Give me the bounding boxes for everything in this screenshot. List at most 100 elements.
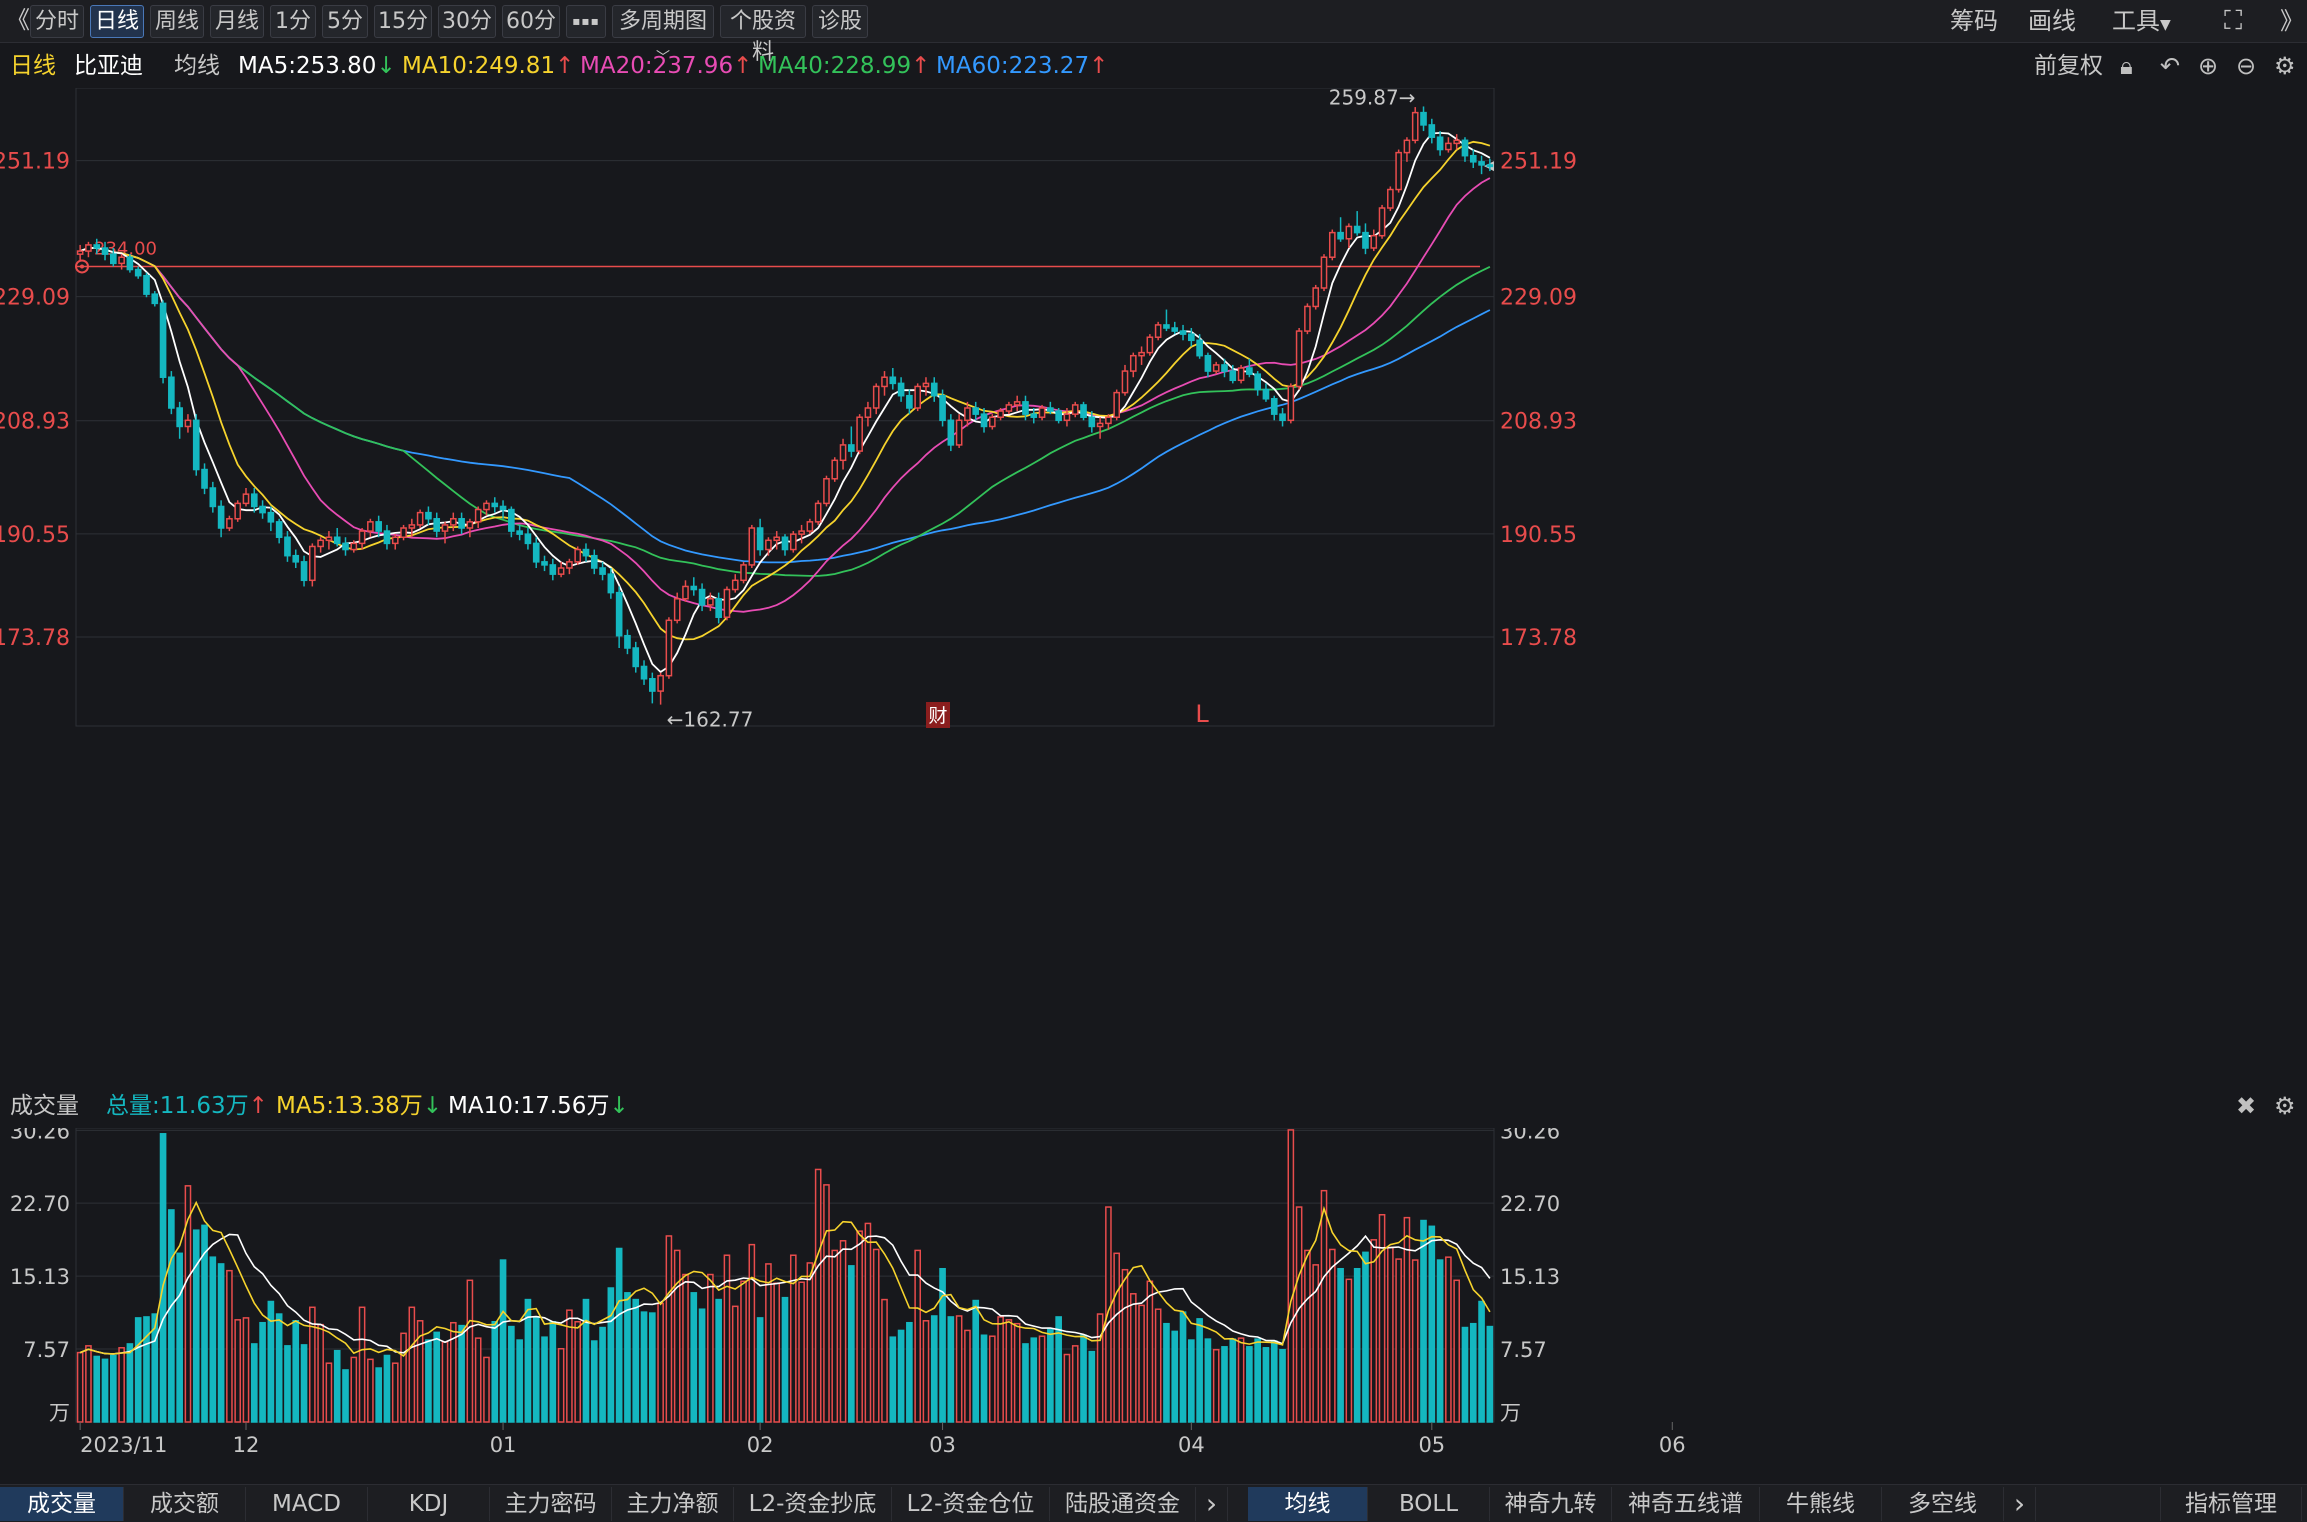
candle-body [1337, 231, 1344, 240]
x-tick-label: 2023/11 [80, 1433, 167, 1457]
tools-dropdown[interactable]: 工具▼ [2112, 5, 2171, 38]
tab-main-code[interactable]: 主力密码 [490, 1487, 612, 1521]
candle-body [1478, 161, 1485, 166]
tab-5min[interactable]: 5分 [322, 5, 368, 38]
tab-30min[interactable]: 30分 [438, 5, 496, 38]
settings-gear-icon[interactable]: ⚙ [2274, 44, 2296, 88]
volume-bar [1204, 1338, 1212, 1423]
tab-macd[interactable]: MACD [246, 1487, 368, 1521]
draw-line-button[interactable]: 画线 [2028, 5, 2076, 38]
volume-bar [1395, 1258, 1402, 1423]
collapse-icon[interactable]: 》 [2280, 5, 2304, 38]
candle-body [997, 410, 1004, 418]
tab-main-net[interactable]: 主力净额 [612, 1487, 734, 1521]
candle-body [781, 536, 789, 551]
up-arrow-icon: ↑ [248, 1093, 268, 1119]
volume-bar [1005, 1319, 1013, 1423]
candle-body [1063, 413, 1071, 422]
tab-magic-nine[interactable]: 神奇九转 [1490, 1487, 1612, 1521]
volume-chart[interactable]: 30.26 30.26 22.70 22.70 15.13 15.13 7.57 7.57 万 万… [0, 1128, 2307, 1484]
fullscreen-icon[interactable]: ⛶ [2224, 5, 2242, 38]
volume-bar [143, 1316, 150, 1423]
tab-monthly[interactable]: 月线 [210, 5, 264, 38]
candle-body [789, 533, 797, 551]
volume-bar [682, 1273, 689, 1423]
price-chart[interactable]: 251.19 251.19 229.09 229.09 208.93 208.93 190.… [0, 88, 2307, 1070]
tab-15min[interactable]: 15分 [374, 5, 432, 38]
ma-label[interactable]: 均线 [174, 44, 220, 88]
tab-turnover[interactable]: 成交额 [124, 1487, 246, 1521]
candle-body [1436, 136, 1444, 151]
diagnose-button[interactable]: 诊股 [812, 5, 868, 38]
tab-volume[interactable]: 成交量 [0, 1487, 124, 1521]
volume-title[interactable]: 成交量 [10, 1084, 79, 1128]
tab-ma[interactable]: 均线 [1248, 1487, 1368, 1521]
tab-intraday[interactable]: 分时 [30, 5, 84, 38]
chevron-right-icon[interactable]: › [2004, 1487, 2036, 1521]
candle-body [972, 407, 980, 415]
candle-body [1121, 370, 1129, 394]
tab-l2-bottom[interactable]: L2-资金抄底 [734, 1487, 892, 1521]
volume-tick-label-right: 22.70 [1500, 1192, 1560, 1216]
volume-bar [690, 1292, 698, 1423]
candle-body [690, 585, 698, 591]
price-tick-label-right: 251.19 [1500, 150, 1577, 175]
volume-bar [1295, 1206, 1303, 1423]
volume-bar [118, 1347, 125, 1423]
chips-button[interactable]: 筹码 [1950, 5, 1998, 38]
candle-body [242, 493, 250, 505]
tab-northbound[interactable]: 陆股通资金 [1050, 1487, 1196, 1521]
volume-bar [1428, 1225, 1436, 1423]
candle-body [1113, 391, 1121, 418]
candle-body [1387, 188, 1394, 209]
stock-info-button[interactable]: 个股资料 [720, 5, 806, 65]
tab-1min[interactable]: 1分 [270, 5, 316, 38]
candle-body [649, 678, 656, 692]
tab-boll[interactable]: BOLL [1368, 1487, 1490, 1521]
multi-period-dropdown[interactable]: 多周期图 ﹀ [612, 5, 714, 66]
volume-bar [632, 1298, 640, 1423]
candle-body [458, 518, 465, 529]
tab-magic-five[interactable]: 神奇五线谱 [1612, 1487, 1760, 1521]
indicator-manage-button[interactable]: 指标管理 [2160, 1487, 2302, 1521]
tab-weekly[interactable]: 周线 [150, 5, 204, 38]
tools-label: 工具 [2112, 7, 2160, 35]
candle-body [939, 394, 946, 422]
tab-60min[interactable]: 60分 [502, 5, 560, 38]
adjust-mode-button[interactable]: 前复权 [2034, 44, 2103, 88]
tab-kdj[interactable]: KDJ [368, 1487, 490, 1521]
back-icon[interactable]: 《 [6, 4, 30, 37]
volume-bar [168, 1209, 175, 1423]
more-icon[interactable]: ▪▪▪ [566, 5, 606, 38]
volume-settings-gear-icon[interactable]: ⚙ [2274, 1084, 2296, 1128]
candle-body [1088, 416, 1096, 428]
undo-icon[interactable]: ↶ [2160, 44, 2180, 88]
candle-body [541, 561, 548, 566]
candle-body [1445, 142, 1452, 151]
tab-long-short[interactable]: 多空线 [1882, 1487, 2004, 1521]
zoom-out-icon[interactable]: ⊖ [2236, 44, 2256, 88]
volume-bar [76, 1351, 84, 1423]
candle-body [134, 268, 142, 277]
candle-body [682, 585, 689, 600]
candle-body [101, 247, 109, 255]
zoom-in-icon[interactable]: ⊕ [2198, 44, 2218, 88]
volume-bar [881, 1298, 888, 1423]
volume-bar [250, 1343, 258, 1423]
close-indicator-icon[interactable]: ✖ [2236, 1084, 2256, 1128]
lock-icon[interactable]: 🔒︎ [2120, 44, 2133, 88]
tab-l2-position[interactable]: L2-资金仓位 [892, 1487, 1050, 1521]
volume-bar [1287, 1129, 1295, 1423]
candle-body [988, 416, 996, 428]
volume-bar [292, 1320, 300, 1423]
volume-bar [491, 1321, 499, 1423]
reference-marker-dot [80, 264, 84, 269]
tab-bull-bear[interactable]: 牛熊线 [1760, 1487, 1882, 1521]
volume-bar [101, 1358, 109, 1423]
volume-bar [458, 1324, 465, 1423]
volume-bar [1461, 1326, 1469, 1423]
chevron-right-icon[interactable]: › [1196, 1487, 1228, 1521]
tab-daily[interactable]: 日线 [90, 5, 144, 38]
volume-bar [242, 1317, 250, 1423]
volume-bar [1163, 1322, 1170, 1423]
